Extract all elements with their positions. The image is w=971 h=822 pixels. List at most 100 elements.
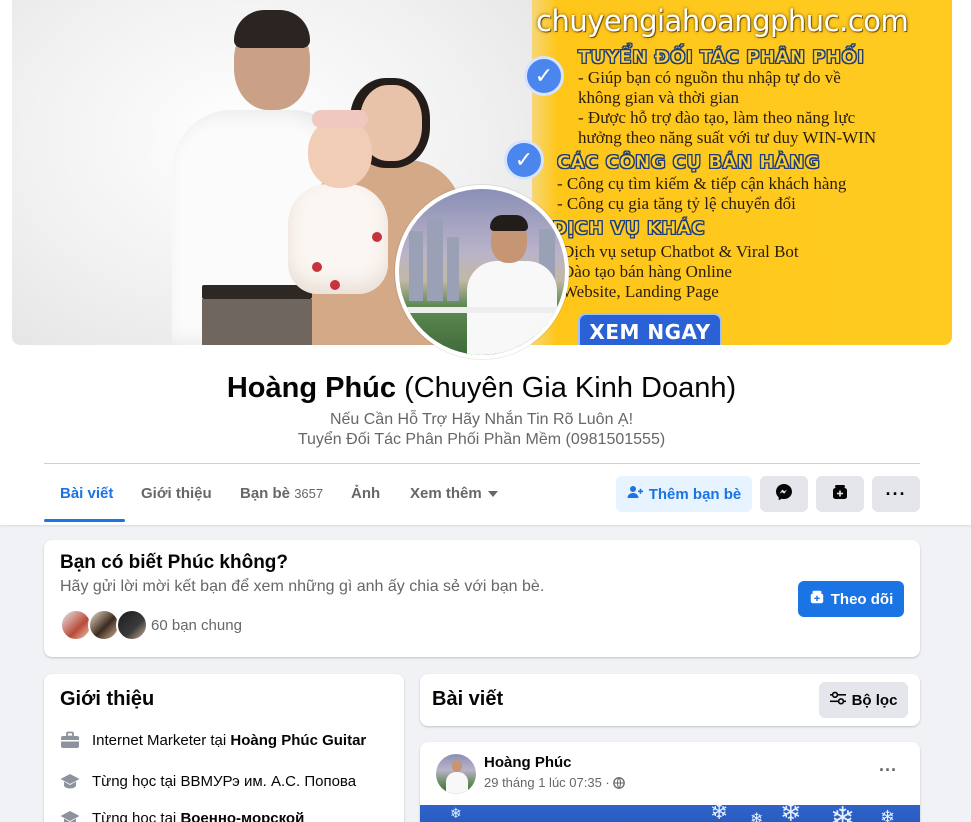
profile-header: chuyengiahoangphuc.com ✓ TUYỂN ĐỐI TÁC P… — [0, 0, 971, 525]
profile-bio-line-1: Nếu Cần Hỗ Trợ Hãy Nhắn Tin Rõ Luôn Ạ! — [329, 411, 634, 428]
avatar-bg-building — [427, 219, 443, 301]
profile-alternate-name: (Chuyên Gia Kinh Doanh) — [404, 372, 737, 404]
tab-more[interactable]: Xem thêm — [394, 466, 514, 522]
post-image[interactable]: ❄ ❄ ❄ ❄ ❄ ❄ — [420, 805, 920, 822]
know-card-title: Bạn có biết Phúc không? — [60, 552, 289, 573]
promo-line: không gian và thời gian — [578, 88, 740, 107]
mutual-friends-avatars[interactable] — [60, 609, 156, 641]
rose-decoration — [330, 280, 340, 290]
promo-url: chuyengiahoangphuc.com — [536, 4, 909, 38]
rose-decoration — [312, 262, 322, 272]
follow-label: Theo dõi — [830, 590, 894, 608]
post-author-name[interactable]: Hoàng Phúc — [484, 754, 572, 771]
post-timestamp[interactable]: 29 tháng 1 lúc 07:35 · — [484, 775, 626, 792]
follow-button[interactable]: Theo dõi — [798, 581, 904, 617]
cover-baby-bow — [312, 110, 368, 128]
posts-title: Bài viết — [432, 688, 504, 710]
rose-decoration — [372, 232, 382, 242]
tab-friends-count: 3657 — [294, 486, 324, 501]
snowflake-icon: ❄ — [750, 811, 764, 822]
more-options-button[interactable]: ··· — [872, 476, 920, 512]
add-friend-icon — [627, 484, 643, 504]
promo-line: - Công cụ tìm kiếm & tiếp cận khách hàng — [557, 174, 847, 193]
mutual-friends-count[interactable]: 60 bạn chung — [151, 617, 242, 634]
filter-icon — [829, 691, 846, 709]
cover-pants — [202, 299, 312, 345]
snowflake-icon: ❄ — [450, 805, 462, 821]
intro-edu1-prefix: Từng học tại — [92, 772, 177, 790]
promo-line: Dịch vụ setup Chatbot & Viral Bot — [562, 242, 799, 261]
profile-bio-line-2: Tuyển Đối Tác Phân Phối Phần Mềm (098150… — [297, 431, 666, 448]
post-more-options-icon[interactable]: ··· — [872, 760, 904, 784]
add-friend-button[interactable]: Thêm bạn bè — [616, 476, 752, 512]
intro-card: Giới thiệu Internet Marketer tại Hoàng P… — [44, 674, 404, 822]
intro-edu2-place[interactable]: Военно-морской — [180, 810, 304, 822]
intro-title: Giới thiệu — [60, 688, 155, 710]
post-card: Hoàng Phúc 29 tháng 1 lúc 07:35 · ··· ❄ … — [420, 742, 920, 822]
tab-about[interactable]: Giới thiệu — [125, 466, 228, 522]
people-you-may-know-card: Bạn có biết Phúc không? Hãy gửi lời mời … — [44, 540, 920, 657]
more-dots-icon: ··· — [885, 484, 907, 504]
tab-friends[interactable]: Bạn bè 3657 — [224, 466, 339, 522]
caret-down-icon — [487, 491, 498, 498]
snowflake-icon: ❄ — [830, 805, 856, 822]
add-friend-label: Thêm bạn bè — [648, 485, 742, 503]
graduation-cap-icon — [60, 808, 80, 822]
follow-box-icon — [831, 483, 849, 505]
snowflake-icon: ❄ — [780, 805, 802, 822]
snowflake-icon: ❄ — [710, 805, 729, 822]
intro-work: Internet Marketer tại Hoàng Phúc Guitar — [60, 730, 366, 750]
avatar-man-hair — [490, 215, 528, 231]
promo-line: Đào tạo bán hàng Online — [562, 262, 732, 281]
check-icon: ✓ — [524, 56, 564, 96]
follow-icon-button[interactable] — [816, 476, 864, 512]
cover-baby-head — [308, 118, 372, 188]
promo-heading-3: DỊCH VỤ KHÁC — [552, 218, 706, 240]
promo-heading-1: TUYỂN ĐỐI TÁC PHÂN PHỐI — [578, 47, 865, 69]
post-author-avatar[interactable] — [436, 754, 476, 794]
follow-icon — [809, 589, 825, 609]
promo-heading-2: CÁC CÔNG CỤ BÁN HÀNG — [557, 152, 821, 174]
intro-edu1-place[interactable]: ВВМУРэ им. А.С. Попова — [180, 773, 356, 790]
intro-education-2: Từng học tại Военно-морской — [60, 808, 304, 822]
briefcase-icon — [60, 730, 80, 750]
avatar-railing — [399, 307, 565, 313]
header-divider — [44, 463, 920, 464]
globe-icon — [613, 777, 626, 792]
cover-belt — [202, 285, 312, 299]
tab-photos[interactable]: Ảnh — [335, 466, 396, 522]
tab-posts[interactable]: Bài viết — [44, 466, 129, 522]
tab-friends-label: Bạn bè — [240, 485, 291, 502]
posts-header-card: Bài viết Bộ lọc — [420, 674, 920, 726]
avatar — [116, 609, 148, 641]
post-avatar-body — [446, 772, 468, 794]
intro-work-prefix: Internet Marketer tại — [92, 731, 227, 749]
messenger-icon — [775, 483, 793, 505]
know-card-subtitle: Hãy gửi lời mời kết bạn để xem những gì … — [60, 578, 545, 595]
intro-work-place[interactable]: Hoàng Phúc Guitar — [230, 732, 366, 749]
avatar-bg-building — [447, 237, 459, 301]
intro-education-1: Từng học tại ВВМУРэ им. А.С. Попова — [60, 771, 356, 791]
check-icon: ✓ — [504, 140, 544, 180]
messenger-button[interactable] — [760, 476, 808, 512]
avatar-bg-building — [409, 231, 423, 301]
filter-label: Bộ lọc — [851, 691, 898, 709]
snowflake-icon: ❄ — [880, 807, 896, 822]
promo-line: Website, Landing Page — [562, 282, 719, 301]
promo-line: - Công cụ gia tăng tỷ lệ chuyển đổi — [557, 194, 796, 213]
profile-name: Hoàng Phúc (Chuyên Gia Kinh Doanh) — [0, 369, 963, 407]
promo-line: - Được hỗ trợ đào tạo, làm theo năng lực — [578, 108, 856, 127]
post-time-text: 29 tháng 1 lúc 07:35 · — [484, 775, 610, 790]
cover-man-hair — [234, 10, 310, 48]
promo-line: - Giúp bạn có nguồn thu nhập tự do về — [578, 68, 841, 87]
filter-button[interactable]: Bộ lọc — [819, 682, 908, 718]
promo-line: hưởng theo năng suất với tư duy WIN-WIN — [578, 128, 877, 147]
intro-edu2-prefix: Từng học tại — [92, 809, 177, 822]
tab-active-indicator — [44, 519, 125, 522]
promo-cta-button: XEM NGAY — [578, 313, 722, 345]
graduation-cap-icon — [60, 771, 80, 791]
post-avatar-head — [452, 760, 462, 772]
tab-more-label: Xem thêm — [410, 485, 482, 502]
profile-avatar[interactable] — [395, 185, 569, 359]
profile-name-main: Hoàng Phúc — [226, 372, 397, 404]
